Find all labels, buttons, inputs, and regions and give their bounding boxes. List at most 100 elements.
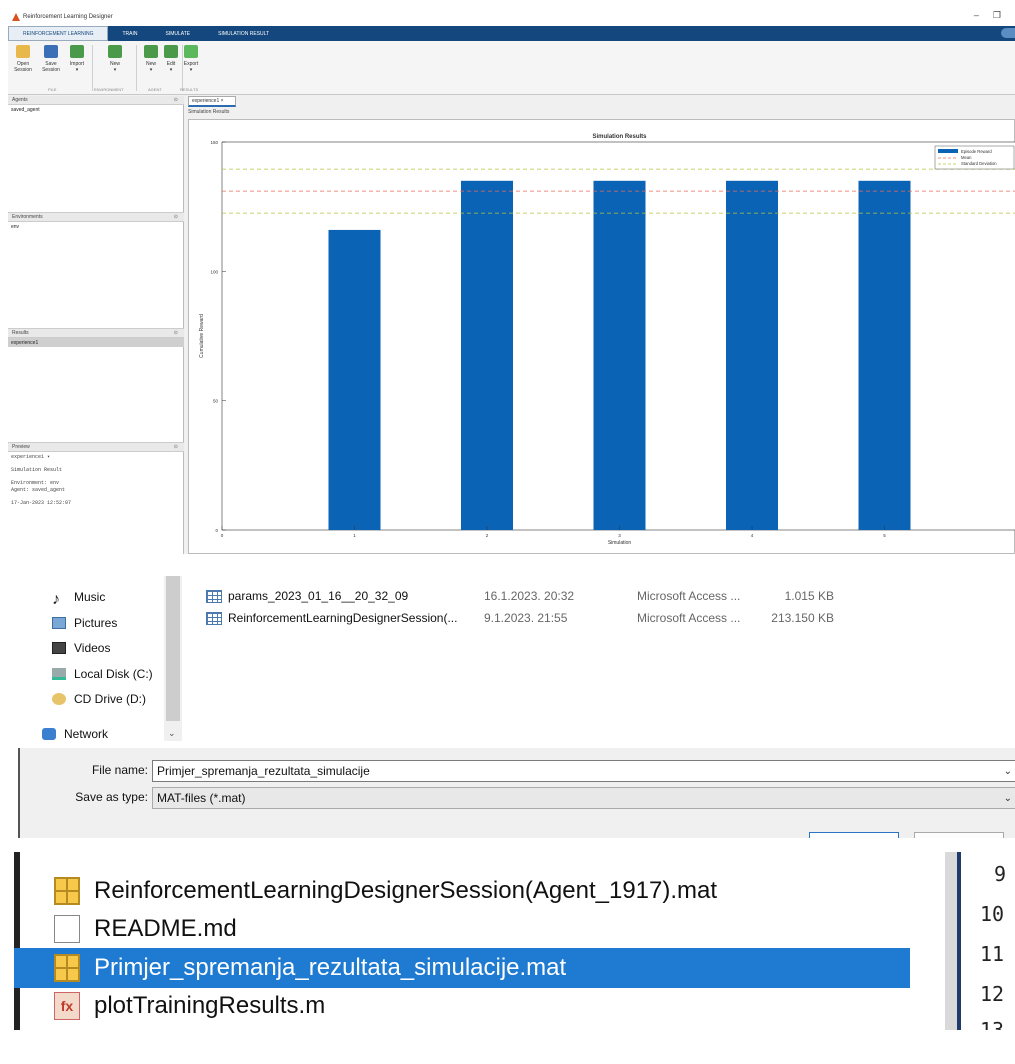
agents-section: Agents ⊙ saved_agent: [8, 96, 184, 213]
list-item[interactable]: fx plotTrainingResults.m: [54, 989, 325, 1023]
cd-drive-icon: [52, 693, 66, 705]
group-environment-label: ENVIRONMENT: [94, 87, 124, 92]
nav-item-videos[interactable]: Videos: [52, 641, 110, 655]
file-date: 16.1.2023. 20:32: [484, 589, 575, 603]
collapse-icon[interactable]: ⊙: [174, 330, 178, 336]
dialog-bottom-area: File name: Primjer_spremanja_rezultata_s…: [18, 748, 1015, 838]
import-button[interactable]: Import ▾: [66, 45, 88, 73]
access-file-icon: [206, 611, 222, 625]
save-type-select[interactable]: MAT-files (*.mat) ⌄: [152, 787, 1015, 809]
collapse-icon[interactable]: ⊙: [174, 444, 178, 450]
file-name-label: File name:: [91, 763, 148, 777]
save-as-dialog: ♪ Music Pictures Videos Local Disk (C:) …: [18, 568, 1015, 838]
line-number: 9: [994, 862, 1007, 886]
x-tick-label: 1: [353, 533, 356, 538]
result-item[interactable]: experience1: [8, 338, 184, 347]
chevron-down-icon[interactable]: ⌄: [1004, 766, 1012, 777]
list-item[interactable]: README.md: [54, 912, 237, 946]
preview-line: Agent: saved_agent: [11, 487, 66, 493]
preview-line: Environment: env: [11, 480, 60, 486]
edit-agent-button[interactable]: Edit ▾: [160, 45, 182, 73]
nav-scrollbar-thumb[interactable]: [166, 576, 180, 721]
ribbon-tabs: REINFORCEMENT LEARNING TRAIN SIMULATE SI…: [8, 26, 1015, 41]
file-row[interactable]: ReinforcementLearningDesignerSession(...: [206, 608, 457, 628]
list-item-selected[interactable]: Primjer_spremanja_rezultata_simulacije.m…: [54, 951, 566, 985]
rl-designer-window: Reinforcement Learning Designer – ❐ REIN…: [8, 8, 1015, 554]
tab-simulate[interactable]: SIMULATE: [151, 26, 204, 41]
nav-item-pictures[interactable]: Pictures: [52, 616, 117, 630]
environment-item[interactable]: env: [8, 222, 184, 231]
import-icon: [70, 45, 84, 58]
open-session-button[interactable]: Open Session: [12, 45, 34, 73]
save-type-label: Save as type:: [75, 790, 148, 804]
results-title: Results: [12, 330, 29, 336]
environments-title: Environments: [12, 214, 43, 220]
export-button[interactable]: Export ▾: [180, 45, 202, 73]
new-agent-icon: [144, 45, 158, 58]
new-environment-button[interactable]: New ▾: [104, 45, 126, 73]
mat-file-icon: [54, 877, 80, 905]
list-item[interactable]: ReinforcementLearningDesignerSession(Age…: [54, 874, 717, 908]
new-agent-button[interactable]: New ▾: [140, 45, 162, 73]
left-panel: Agents ⊙ saved_agent Environments ⊙ env Re…: [8, 96, 184, 554]
group-file-label: FILE: [48, 87, 57, 92]
x-tick-label: 4: [751, 533, 754, 538]
line-number: 10: [980, 902, 1005, 926]
line-number: 12: [980, 982, 1005, 1006]
chevron-down-icon[interactable]: ⌄: [1004, 793, 1012, 804]
y-tick-label: 0: [215, 528, 218, 533]
y-tick-label: 50: [213, 399, 219, 404]
bar-1: [328, 229, 381, 530]
scroll-down-icon[interactable]: ⌄: [168, 728, 176, 739]
file-row[interactable]: params_2023_01_16__20_32_09: [206, 586, 408, 606]
nav-item-music[interactable]: ♪ Music: [52, 590, 105, 608]
help-icon[interactable]: [1001, 28, 1015, 38]
tab-reinforcement-learning[interactable]: REINFORCEMENT LEARNING: [8, 26, 109, 41]
tab-train[interactable]: TRAIN: [108, 26, 151, 41]
tab-simulation-result[interactable]: SIMULATION RESULT: [204, 26, 283, 41]
export-check-icon: [184, 45, 198, 58]
preview-line: 17-Jan-2023 12:52:07: [11, 500, 72, 506]
save-session-button[interactable]: Save Session: [40, 45, 62, 73]
bar-3: [593, 180, 646, 531]
file-size: 213.150 KB: [771, 611, 834, 625]
collapse-icon[interactable]: ⊙: [174, 97, 178, 103]
simulation-results-chart: Simulation Results0501001500123456Simula…: [199, 134, 1015, 546]
file-name-input[interactable]: Primjer_spremanja_rezultata_simulacije ⌄: [152, 760, 1015, 782]
x-axis-label: Simulation: [608, 540, 632, 546]
cancel-button[interactable]: [914, 832, 1004, 838]
collapse-icon[interactable]: ⊙: [174, 214, 178, 220]
videos-icon: [52, 642, 66, 654]
legend-label-episode: Episode Reward: [961, 149, 992, 154]
access-file-icon: [206, 589, 222, 603]
group-agent-label: AGENT: [148, 87, 162, 92]
x-tick-label: 2: [486, 533, 489, 538]
y-tick-label: 100: [210, 269, 218, 274]
ribbon-toolstrip: Open Session Save Session Import ▾ New ▾…: [8, 41, 1015, 95]
pictures-icon: [52, 617, 66, 629]
save-icon: [44, 45, 58, 58]
save-button[interactable]: [809, 832, 899, 838]
plot-panel: Simulation Results0501001500123456Simula…: [188, 119, 1015, 554]
bar-2: [461, 180, 513, 531]
chart-title: Simulation Results: [592, 134, 647, 140]
matlab-logo-icon: [12, 13, 20, 21]
nav-item-network[interactable]: Network: [42, 727, 108, 741]
results-section: Results ⊙ experience1: [8, 329, 184, 443]
m-file-icon: fx: [54, 992, 80, 1020]
x-tick-label: 5: [883, 533, 886, 538]
bar-5: [858, 180, 911, 531]
minimize-button[interactable]: –: [974, 10, 979, 21]
legend-swatch-episode: [938, 149, 958, 153]
preview-section: Preview ⊙ experience1 ▾ Simulation Result…: [8, 443, 184, 554]
mat-file-icon: [54, 954, 80, 982]
nav-item-cd-drive[interactable]: CD Drive (D:): [52, 692, 146, 706]
nav-item-local-disk[interactable]: Local Disk (C:): [52, 667, 153, 681]
legend-label-mean: Mean: [961, 155, 972, 160]
document-icon: [54, 915, 80, 943]
preview-line: experience1 ▾: [11, 454, 51, 460]
agent-item[interactable]: saved_agent: [8, 105, 184, 114]
restore-button[interactable]: ❐: [993, 10, 1001, 21]
document-tab-experience1[interactable]: experience1 ×: [188, 96, 236, 107]
network-icon: [42, 728, 56, 740]
